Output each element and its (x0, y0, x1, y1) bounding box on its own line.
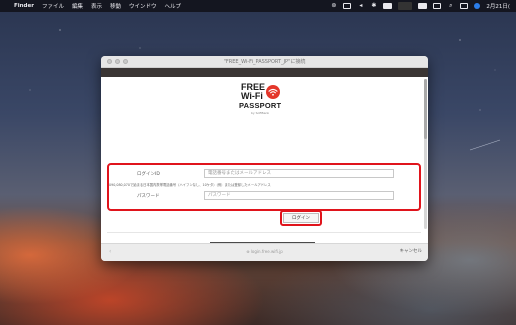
redacted-status-item (398, 2, 413, 10)
login-button-highlight: ログイン (280, 210, 322, 226)
input-source-icon[interactable] (383, 3, 393, 9)
wifi-logo-icon (266, 85, 280, 99)
wifi-icon[interactable] (433, 3, 442, 9)
scrollbar-thumb[interactable] (424, 79, 427, 139)
menu-app-name[interactable]: Finder (14, 3, 34, 9)
status-area: ⊛ ◂ ✱ ⌕ 2月21日( (330, 2, 510, 10)
close-window-icon[interactable] (107, 59, 112, 64)
page-header-band (101, 68, 428, 77)
bluetooth-icon[interactable]: ✱ (370, 3, 377, 9)
minimize-window-icon[interactable] (115, 59, 120, 64)
cancel-button[interactable]: キャンセル (400, 248, 423, 254)
section-divider (107, 232, 421, 233)
menu-window[interactable]: ウインドウ (129, 2, 157, 10)
captive-portal-window: "FREE_Wi-Fi_PASSPORT_JP"に接続 FREE Wi-Fi P… (101, 56, 428, 261)
window-title: "FREE_Wi-Fi_PASSPORT_JP"に接続 (223, 59, 306, 65)
volume-icon[interactable]: ◂ (357, 3, 364, 9)
portal-page: FREE Wi-Fi PASSPORT by SoftBank ログインID 0… (101, 77, 428, 260)
menu-file[interactable]: ファイル (42, 2, 64, 10)
login-id-label: ログインID (137, 172, 160, 177)
login-button[interactable]: ログイン (283, 213, 319, 223)
logo-text-wifi: Wi-Fi (241, 91, 263, 101)
window-titlebar[interactable]: "FREE_Wi-Fi_PASSPORT_JP"に接続 (101, 56, 428, 68)
login-id-input[interactable] (204, 169, 394, 178)
password-label: パスワード (137, 194, 160, 199)
menu-help[interactable]: ヘルプ (165, 2, 182, 10)
logo-tagline: by SoftBank (251, 111, 270, 115)
free-wifi-passport-logo: FREE Wi-Fi PASSPORT by SoftBank (239, 82, 299, 122)
password-input[interactable] (204, 191, 394, 200)
logo-text-passport: PASSPORT (239, 101, 282, 110)
window-controls (107, 59, 128, 64)
control-center-icon[interactable] (460, 3, 469, 9)
menu-bar: Finder ファイル 編集 表示 移動 ウインドウ ヘルプ ⊛ ◂ ✱ ⌕ 2… (0, 0, 516, 12)
siri-icon[interactable] (474, 3, 481, 9)
screen-mirror-icon[interactable] (343, 3, 352, 9)
login-id-note: 090,080,070で始まる日本国内携帯電話番号（ハイフンなし、10ケタ）(例… (109, 183, 271, 187)
page-scrollbar[interactable] (424, 79, 427, 229)
creative-cloud-icon[interactable]: ⊛ (330, 3, 337, 9)
spotlight-search-icon[interactable]: ⌕ (447, 3, 454, 9)
menu-view[interactable]: 表示 (91, 2, 102, 10)
zoom-window-icon[interactable] (123, 59, 128, 64)
portal-url: ⊕ login.free.wifi.jp (246, 249, 283, 254)
menu-go[interactable]: 移動 (110, 2, 121, 10)
battery-icon[interactable] (418, 3, 428, 9)
menu-clock[interactable]: 2月21日( (486, 2, 510, 10)
menu-edit[interactable]: 編集 (72, 2, 83, 10)
portal-bottom-bar: ‹ ⊕ login.free.wifi.jp キャンセル (101, 243, 428, 261)
